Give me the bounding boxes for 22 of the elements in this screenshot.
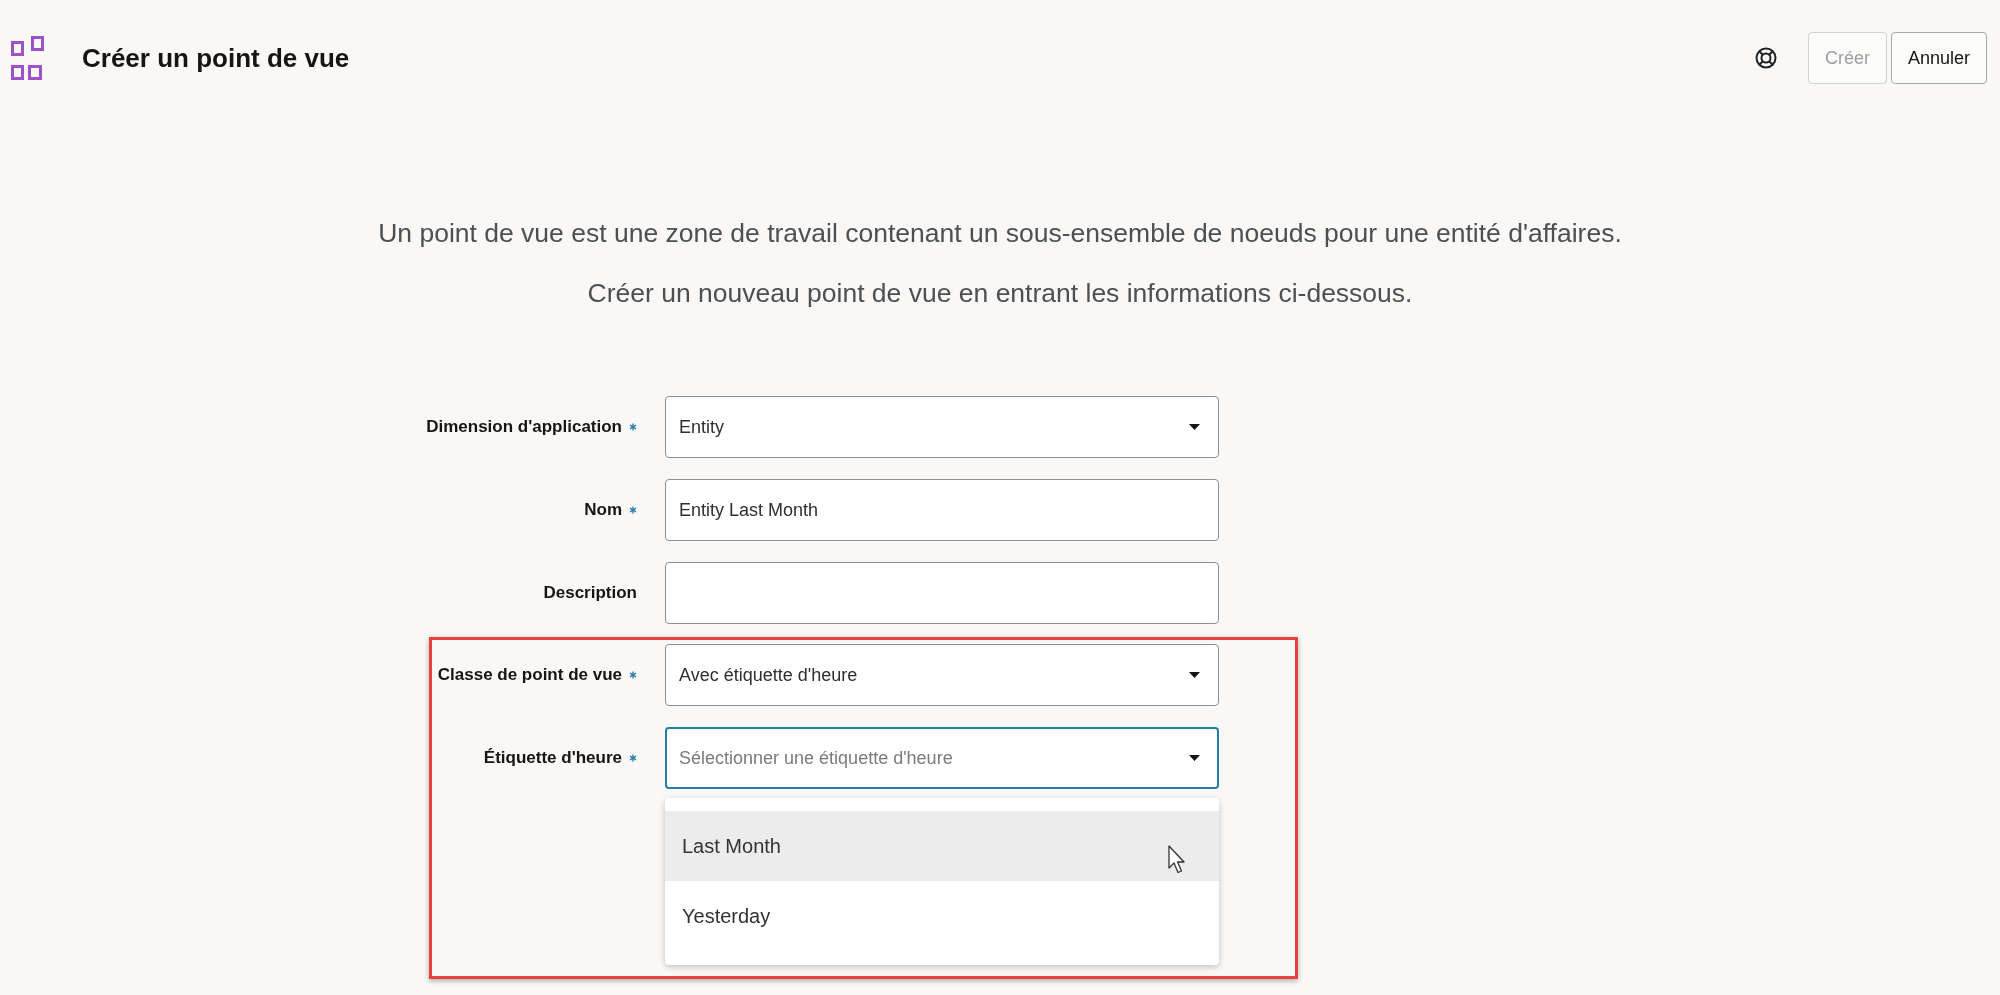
pointer-cursor-icon bbox=[1168, 845, 1185, 874]
text-field[interactable]: Entity Last Month bbox=[665, 479, 1219, 541]
select-field[interactable]: Entity bbox=[665, 396, 1219, 458]
grid-squares-icon bbox=[11, 36, 45, 80]
select-field[interactable]: Avec étiquette d'heure bbox=[665, 644, 1219, 706]
cancel-button[interactable]: Annuler bbox=[1890, 32, 1987, 84]
field-label: Description bbox=[543, 583, 637, 603]
caret-icon bbox=[1189, 755, 1200, 761]
page-title: Créer un point de vue bbox=[82, 42, 350, 74]
field-label: Nom bbox=[584, 500, 622, 520]
select-field[interactable]: Sélectionner une étiquette d'heure bbox=[665, 727, 1219, 789]
help-icon[interactable] bbox=[1754, 47, 1777, 69]
field-label: Étiquette d'heure bbox=[483, 748, 622, 768]
dropdown-option[interactable]: Yesterday bbox=[665, 881, 1219, 951]
dropdown-option[interactable]: Last Month bbox=[665, 811, 1219, 881]
text-field[interactable] bbox=[665, 562, 1219, 624]
intro-text: Créer un nouveau point de vue en entrant les informations ci-dessous. bbox=[586, 277, 1414, 310]
intro-text: Un point de vue est une zone de travail contenant un sous-ensemble de noeuds pour une entité d'affaires. bbox=[377, 217, 1623, 250]
caret-icon bbox=[1189, 424, 1200, 430]
field-label: Dimension d'application bbox=[426, 417, 622, 437]
caret-icon bbox=[1189, 672, 1200, 678]
field-label: Classe de point de vue bbox=[437, 665, 622, 685]
